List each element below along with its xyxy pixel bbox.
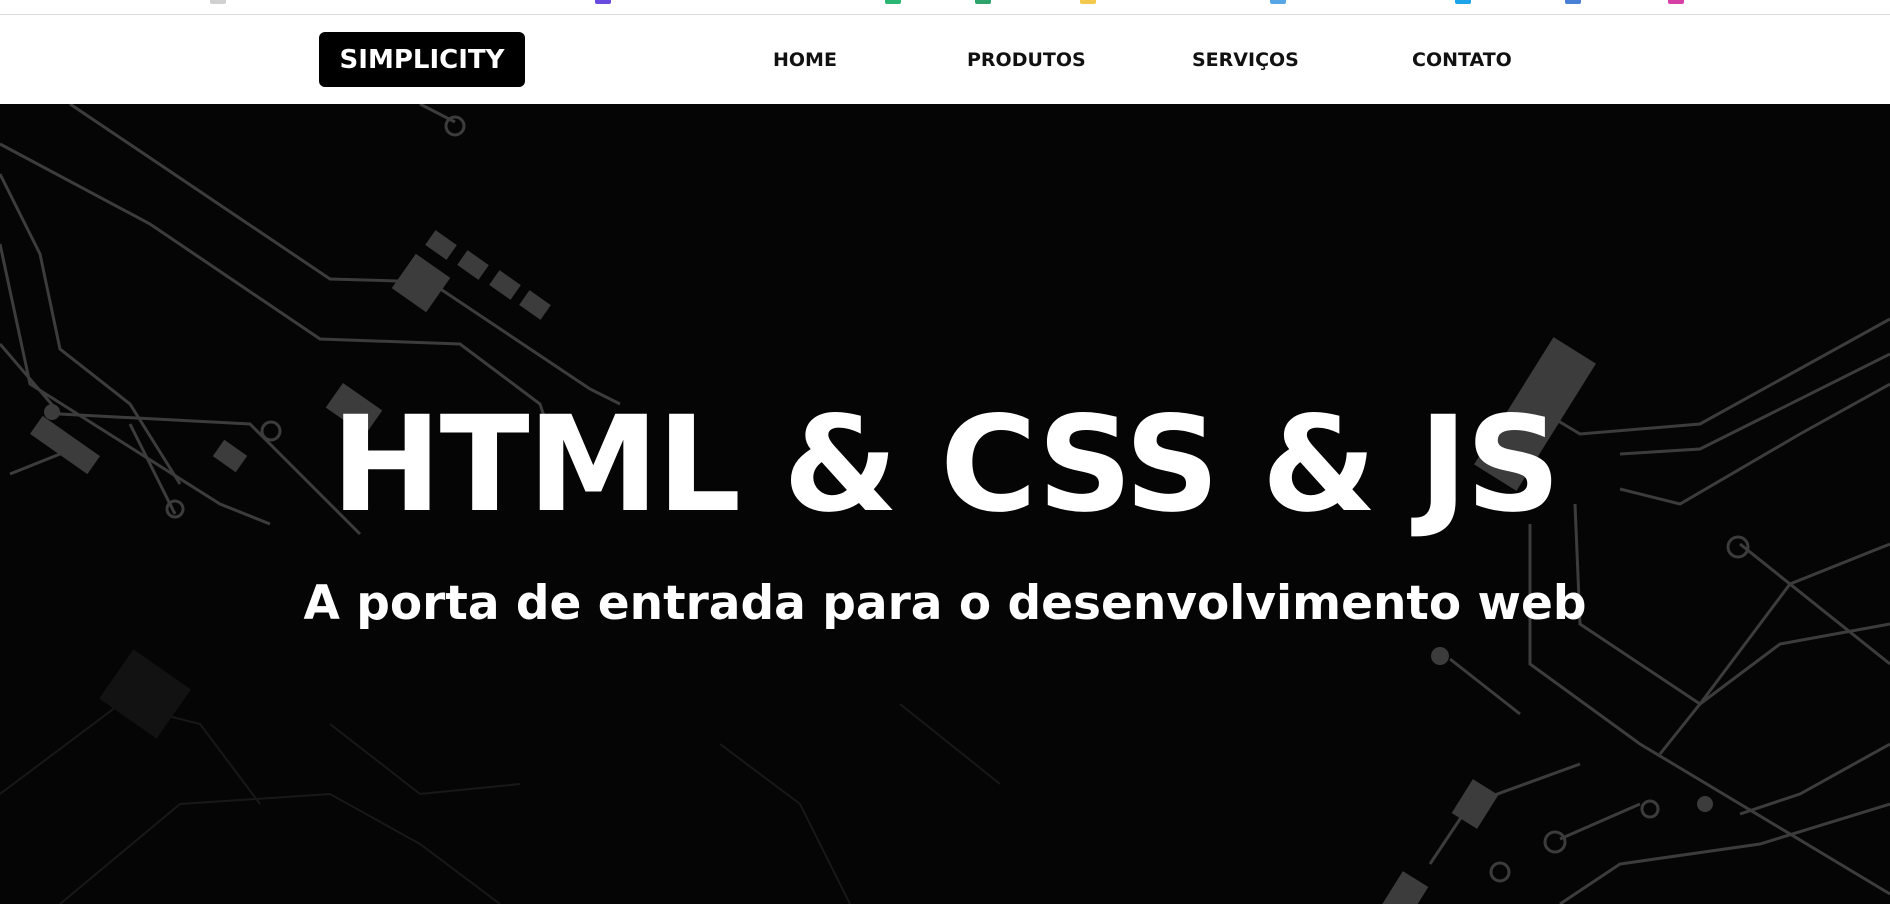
hero-subtitle: A porta de entrada para o desenvolviment… bbox=[303, 576, 1587, 631]
bookmark-icon[interactable] bbox=[975, 0, 991, 4]
bookmark-icon[interactable] bbox=[210, 0, 226, 4]
nav-link-home[interactable]: HOME bbox=[773, 46, 837, 74]
hero-section: HTML & CSS & JS A porta de entrada para … bbox=[0, 104, 1890, 904]
bookmark-icon[interactable] bbox=[1565, 0, 1581, 4]
bookmark-icon[interactable] bbox=[1668, 0, 1684, 4]
site-header: SIMPLICITY HOME PRODUTOS SERVIÇOS CONTAT… bbox=[0, 15, 1890, 104]
bookmark-icon[interactable] bbox=[885, 0, 901, 4]
hero-title: HTML & CSS & JS bbox=[331, 388, 1561, 542]
bookmark-icon[interactable] bbox=[1270, 0, 1286, 4]
nav-link-produtos[interactable]: PRODUTOS bbox=[967, 46, 1086, 74]
bookmark-icon[interactable] bbox=[1455, 0, 1471, 4]
nav-link-servicos[interactable]: SERVIÇOS bbox=[1192, 46, 1299, 74]
nav-link-contato[interactable]: CONTATO bbox=[1412, 46, 1512, 74]
bookmark-icon[interactable] bbox=[595, 0, 611, 4]
site-logo[interactable]: SIMPLICITY bbox=[319, 32, 525, 87]
bookmark-icon[interactable] bbox=[1080, 0, 1096, 4]
bookmarks-bar bbox=[0, 0, 1890, 15]
